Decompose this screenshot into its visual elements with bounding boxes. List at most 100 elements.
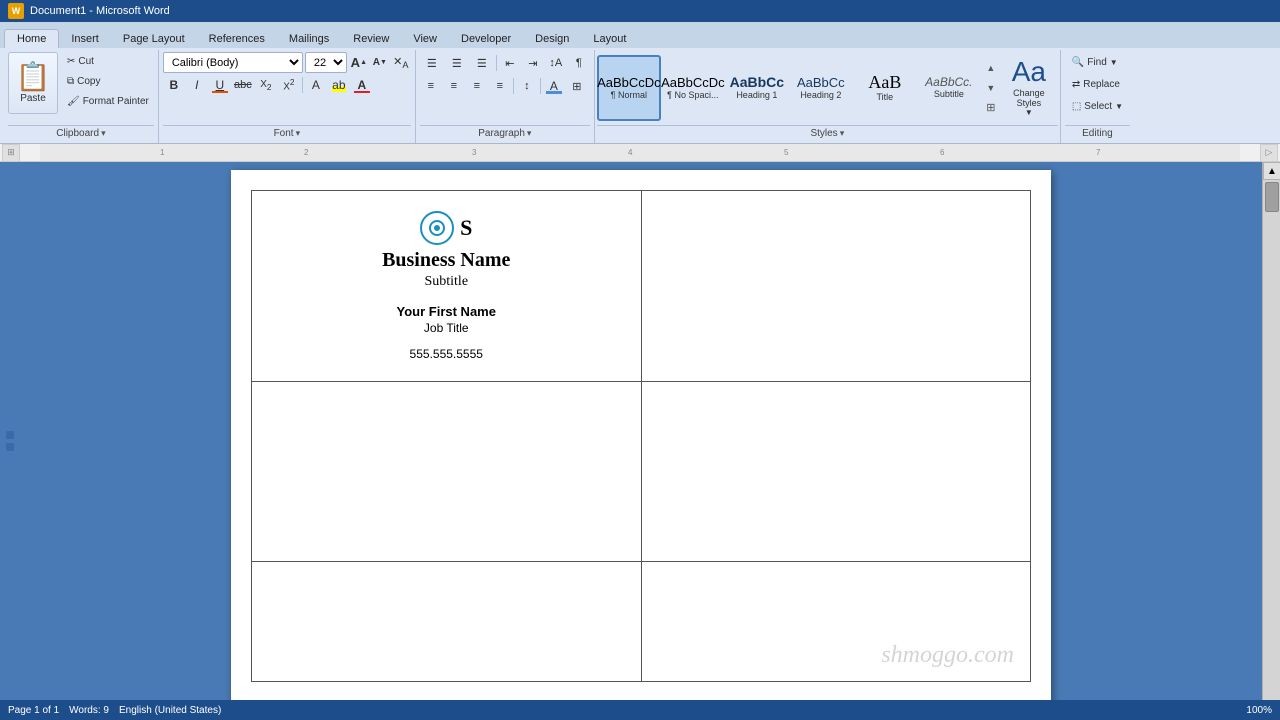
style-heading2[interactable]: AaBbCc Heading 2 xyxy=(789,55,853,121)
align-right-icon: ≡ xyxy=(474,80,480,92)
scroll-up-button[interactable]: ▲ xyxy=(1263,162,1280,180)
left-margin xyxy=(0,162,20,720)
tab-mailings[interactable]: Mailings xyxy=(277,30,341,48)
show-marks-icon: ¶ xyxy=(576,57,582,69)
superscript-button[interactable]: X2 xyxy=(278,74,300,96)
styles-group: AaBbCcDc ¶ Normal AaBbCcDc ¶ No Spaci...… xyxy=(595,50,1061,143)
font-expand-icon[interactable]: ▾ xyxy=(296,128,301,139)
copy-button[interactable]: ⧉ Copy xyxy=(62,72,154,91)
styles-scroll-down[interactable]: ▼ xyxy=(984,78,998,98)
line-spacing-button[interactable]: ↕ xyxy=(516,75,538,97)
multilevel-list-button[interactable]: ☰ xyxy=(470,52,494,74)
change-styles-button[interactable]: Aa ChangeStyles ▼ xyxy=(1000,54,1058,122)
show-marks-button[interactable]: ¶ xyxy=(568,52,590,74)
scroll-thumb xyxy=(1265,182,1279,212)
editing-group: 🔍 Find ▼ ⇄ Replace ⬚ Select ▼ Editing xyxy=(1061,50,1134,143)
cut-button[interactable]: ✂ Cut xyxy=(62,52,154,71)
tab-insert[interactable]: Insert xyxy=(59,30,111,48)
status-bar: Page 1 of 1 Words: 9 English (United Sta… xyxy=(0,700,1280,720)
find-button[interactable]: 🔍 Find ▼ xyxy=(1065,52,1125,72)
tab-design[interactable]: Design xyxy=(523,30,581,48)
highlight-color-button[interactable]: ab xyxy=(328,74,350,96)
tab-view[interactable]: View xyxy=(401,30,449,48)
tab-home[interactable]: Home xyxy=(4,29,59,48)
bullets-icon: ☰ xyxy=(427,57,437,70)
style-normal[interactable]: AaBbCcDc ¶ Normal xyxy=(597,55,661,121)
ruler-right-btn[interactable]: ▷ xyxy=(1260,144,1278,162)
styles-expand-icon[interactable]: ▾ xyxy=(840,128,845,139)
style-nospacing[interactable]: AaBbCcDc ¶ No Spaci... xyxy=(661,55,725,121)
card-subtitle: Subtitle xyxy=(282,274,611,290)
increase-indent-button[interactable]: ⇥ xyxy=(522,52,544,74)
increase-font-size-button[interactable]: A▲ xyxy=(349,53,369,73)
card-cell-bottomright: shmoggo.com xyxy=(641,562,1031,682)
align-center-button[interactable]: ≡ xyxy=(443,75,465,97)
clear-format-button[interactable]: ✕A xyxy=(391,53,411,73)
font-size-select[interactable]: 22 xyxy=(305,52,347,73)
select-button[interactable]: ⬚ Select ▼ xyxy=(1065,96,1130,116)
card-cell-bottomleft xyxy=(252,562,642,682)
replace-button[interactable]: ⇄ Replace xyxy=(1065,74,1127,94)
ruler-left-btn[interactable]: ⊞ xyxy=(2,144,20,162)
increase-font-icon: A xyxy=(351,55,360,70)
bullets-button[interactable]: ☰ xyxy=(420,52,444,74)
tab-layout[interactable]: Layout xyxy=(581,30,638,48)
left-marker-1[interactable] xyxy=(6,431,14,439)
styles-more[interactable]: ⊞ xyxy=(984,98,998,118)
borders-button[interactable]: ⊞ xyxy=(566,75,588,97)
strikethrough-icon: abc xyxy=(234,79,252,91)
font-color-button[interactable]: A xyxy=(351,74,373,96)
align-right-button[interactable]: ≡ xyxy=(466,75,488,97)
decrease-font-size-button[interactable]: A▼ xyxy=(370,53,390,73)
highlight-icon: ab xyxy=(332,78,345,92)
text-effect-button[interactable]: A xyxy=(305,74,327,96)
format-painter-button[interactable]: 🖌 Format Painter xyxy=(62,92,154,111)
align-left-button[interactable]: ≡ xyxy=(420,75,442,97)
numbering-button[interactable]: ☰ xyxy=(445,52,469,74)
find-icon: 🔍 xyxy=(1072,57,1084,68)
card-cell-topleft: S Business Name Subtitle Your First Name… xyxy=(252,191,642,382)
decrease-indent-button[interactable]: ⇤ xyxy=(499,52,521,74)
clipboard-expand-icon[interactable]: ▾ xyxy=(101,128,106,139)
editing-group-label: Editing xyxy=(1082,128,1113,139)
paragraph-expand-icon[interactable]: ▾ xyxy=(527,128,532,139)
justify-button[interactable]: ≡ xyxy=(489,75,511,97)
sort-icon: ↕A xyxy=(549,57,562,69)
style-heading1-preview: AaBbCc xyxy=(730,75,784,89)
text-effect-icon: A xyxy=(312,78,320,92)
styles-scroll-up[interactable]: ▲ xyxy=(984,58,998,78)
title-bar: W Document1 - Microsoft Word xyxy=(0,0,1280,22)
tab-pagelayout[interactable]: Page Layout xyxy=(111,30,197,48)
tab-references[interactable]: References xyxy=(197,30,277,48)
style-heading1[interactable]: AaBbCc Heading 1 xyxy=(725,55,789,121)
underline-button[interactable]: U xyxy=(209,74,231,96)
style-subtitle[interactable]: AaBbCc. Subtitle xyxy=(917,55,981,121)
subscript-button[interactable]: X2 xyxy=(255,74,277,96)
card-logo xyxy=(420,211,454,245)
select-icon: ⬚ xyxy=(1072,101,1081,112)
style-title[interactable]: AaB Title xyxy=(853,55,917,121)
paste-button[interactable]: 📋 Paste xyxy=(8,52,58,114)
style-nospacing-preview: AaBbCcDc xyxy=(661,76,725,89)
scroll-track[interactable] xyxy=(1263,180,1280,702)
tab-review[interactable]: Review xyxy=(341,30,401,48)
page-count: Page 1 of 1 xyxy=(8,705,59,716)
italic-button[interactable]: I xyxy=(186,74,208,96)
sort-button[interactable]: ↕A xyxy=(545,52,567,74)
cut-icon: ✂ xyxy=(67,56,75,67)
change-styles-dropdown-icon: ▼ xyxy=(1025,108,1033,117)
style-subtitle-label: Subtitle xyxy=(934,89,964,99)
align-left-icon: ≡ xyxy=(428,80,434,92)
format-painter-icon: 🖌 xyxy=(67,96,80,107)
bold-icon: B xyxy=(170,78,179,92)
borders-icon: ⊞ xyxy=(572,80,581,93)
tab-developer[interactable]: Developer xyxy=(449,30,523,48)
change-styles-icon: Aa xyxy=(1012,58,1046,86)
shading-button[interactable]: A xyxy=(543,75,565,97)
strikethrough-button[interactable]: abc xyxy=(232,74,254,96)
bold-button[interactable]: B xyxy=(163,74,185,96)
font-family-select[interactable]: Calibri (Body) xyxy=(163,52,303,73)
increase-indent-icon: ⇥ xyxy=(528,57,537,70)
find-dropdown-icon: ▼ xyxy=(1110,58,1118,67)
left-marker-2[interactable] xyxy=(6,443,14,451)
